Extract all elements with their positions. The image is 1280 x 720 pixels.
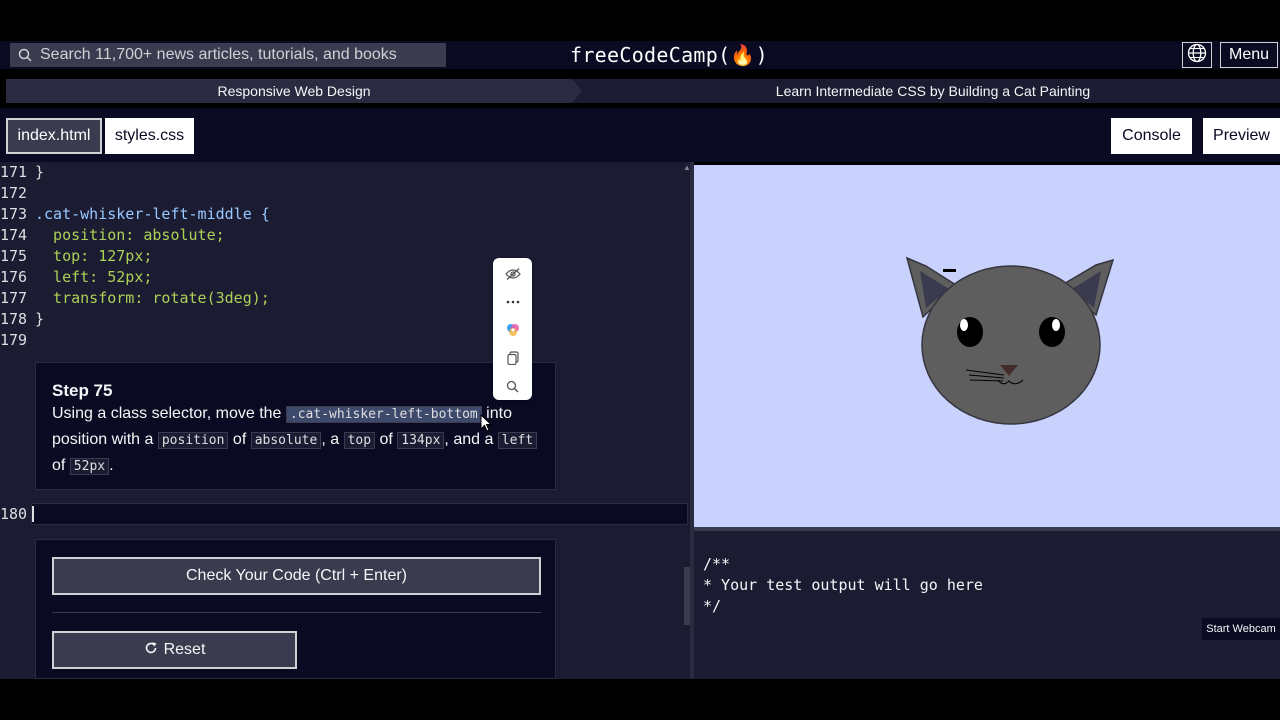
cat-whisker-mark (943, 269, 956, 272)
desc-code: 134px (397, 432, 445, 449)
line-number: 176 (0, 268, 28, 286)
copy-icon[interactable] (493, 344, 532, 372)
code-line: 172 (0, 183, 690, 204)
search-icon (10, 43, 40, 67)
language-button[interactable] (1182, 42, 1212, 68)
desc-code: .cat-whisker-left-bottom (285, 406, 482, 423)
cat-right-eye (1039, 317, 1065, 347)
code-text: } (35, 310, 45, 328)
desc-text: , a (321, 431, 344, 448)
desc-code: top (343, 432, 376, 449)
more-options-icon[interactable] (493, 288, 532, 316)
mouse-cursor-icon (480, 414, 492, 432)
desc-code: position (157, 432, 229, 449)
code-line: 177 transform: rotate(3deg); (0, 288, 690, 309)
code-text: transform: rotate(3deg); (35, 289, 270, 307)
desc-text: of (52, 457, 70, 474)
action-panel: Check Your Code (Ctrl + Enter) Reset (35, 539, 556, 679)
active-code-line[interactable]: 180 (0, 503, 690, 525)
code-line: 179 (0, 330, 690, 351)
cat-right-eye-shine (1052, 319, 1060, 331)
code-editor[interactable]: ▲ 171 } 172 173 .cat-whisker-left-middle… (0, 162, 690, 679)
tab-index-html[interactable]: index.html (6, 118, 102, 154)
step-description: Using a class selector, move the .cat-wh… (52, 401, 539, 479)
code-line: 171 } (0, 162, 690, 183)
hide-toolbar-icon[interactable] (493, 260, 532, 288)
search-placeholder: Search 11,700+ news articles, tutorials,… (40, 46, 397, 63)
cat-head (921, 265, 1101, 425)
search-icon[interactable] (493, 372, 532, 400)
active-line-input[interactable] (31, 503, 688, 525)
reset-icon (144, 641, 158, 660)
line-number: 173 (0, 205, 28, 223)
line-number: 171 (0, 163, 28, 181)
top-navbar: Search 11,700+ news articles, tutorials,… (0, 41, 1280, 69)
line-number: 180 (0, 505, 28, 523)
cat-painting (905, 256, 1115, 425)
reset-button[interactable]: Reset (52, 631, 297, 669)
desc-text: . (109, 457, 114, 474)
code-line: 176 left: 52px; (0, 267, 690, 288)
code-text: } (35, 163, 45, 181)
desc-code: absolute (250, 432, 322, 449)
step-instructions: Step 75 Using a class selector, move the… (35, 362, 556, 490)
desc-code: 52px (69, 458, 110, 475)
selection-toolbar (493, 258, 532, 400)
preview-pane (694, 165, 1280, 527)
check-code-button[interactable]: Check Your Code (Ctrl + Enter) (52, 557, 541, 595)
editor-tabbar: index.html styles.css Console Preview (0, 108, 1280, 162)
code-line: 174 position: absolute; (0, 225, 690, 246)
step-title: Step 75 (52, 381, 113, 400)
preview-button[interactable]: Preview (1203, 118, 1280, 154)
breadcrumb-course[interactable]: Responsive Web Design (6, 79, 582, 103)
cat-left-eye-shine (960, 319, 968, 331)
divider (52, 612, 541, 613)
console-button[interactable]: Console (1111, 118, 1192, 154)
copilot-icon[interactable] (493, 316, 532, 344)
line-number: 174 (0, 226, 28, 244)
tab-styles-css[interactable]: styles.css (105, 118, 194, 154)
line-number: 177 (0, 289, 28, 307)
breadcrumb: Responsive Web Design Learn Intermediate… (6, 79, 1280, 103)
breadcrumb-project[interactable]: Learn Intermediate CSS by Building a Cat… (586, 79, 1280, 103)
desc-text: , and a (444, 431, 498, 448)
line-number: 178 (0, 310, 28, 328)
code-line: 178 } (0, 309, 690, 330)
code-line: 175 top: 127px; (0, 246, 690, 267)
globe-icon (1187, 43, 1207, 68)
desc-text: of (228, 431, 251, 448)
desc-text: Using a class selector, move the (52, 405, 286, 422)
reset-label: Reset (163, 641, 206, 658)
desc-code: left (497, 432, 538, 449)
desc-text: of (375, 431, 398, 448)
console-output: /** * Your test output will go here */ (703, 555, 983, 615)
line-number: 179 (0, 331, 28, 349)
text-caret (32, 506, 34, 522)
code-text: .cat-whisker-left-middle { (35, 205, 270, 223)
line-number: 172 (0, 184, 28, 202)
code-line: 173 .cat-whisker-left-middle { (0, 204, 690, 225)
code-text: top: 127px; (35, 247, 153, 265)
start-webcam-button[interactable]: Start Webcam (1202, 618, 1280, 640)
code-text: position: absolute; (35, 226, 225, 244)
menu-button[interactable]: Menu (1220, 42, 1278, 68)
code-text: left: 52px; (35, 268, 153, 286)
brand-logo[interactable]: freeCodeCamp(🔥) (570, 43, 768, 67)
line-number: 175 (0, 247, 28, 265)
test-console: /** * Your test output will go here */ (694, 531, 1280, 679)
search-bar[interactable]: Search 11,700+ news articles, tutorials,… (10, 43, 446, 67)
